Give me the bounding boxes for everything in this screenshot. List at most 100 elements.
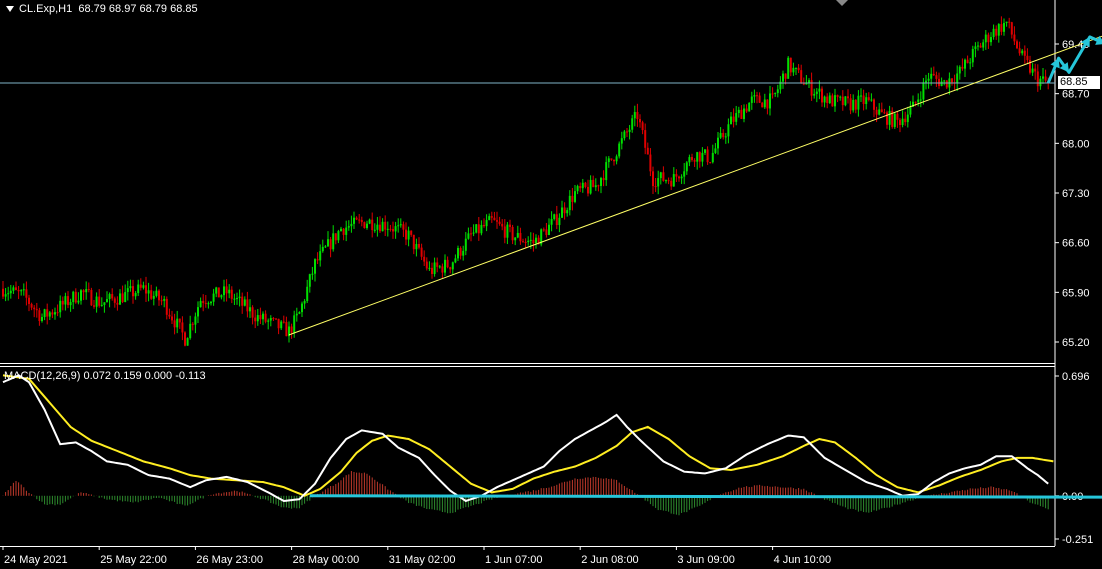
candle-body xyxy=(74,291,77,303)
candle-body xyxy=(386,228,389,230)
candle-body xyxy=(698,152,701,162)
candle-body xyxy=(363,222,366,228)
candle-body xyxy=(969,62,972,64)
candle-body xyxy=(38,310,41,322)
time-tick-label: 28 May 00:00 xyxy=(293,554,360,566)
candle-body xyxy=(56,312,59,314)
candles[interactable] xyxy=(2,16,1050,347)
candle-body xyxy=(600,178,602,186)
candle-body xyxy=(893,113,896,127)
candle-body xyxy=(46,309,49,317)
candle-body xyxy=(519,232,522,242)
candle-body xyxy=(59,300,62,313)
candle-body xyxy=(737,109,740,114)
candle-body xyxy=(657,178,660,187)
candle-body xyxy=(901,118,904,126)
candle-body xyxy=(678,176,680,179)
candle-body xyxy=(431,267,433,274)
macd-panel[interactable]: 0.6960.00-0.251 xyxy=(2,371,1102,546)
candle-body xyxy=(407,230,410,240)
candle-body xyxy=(935,75,938,79)
candle-body xyxy=(584,182,587,187)
candle-body xyxy=(54,312,56,315)
candle-body xyxy=(769,93,771,109)
candle-body xyxy=(251,307,254,318)
candle-body xyxy=(20,290,23,292)
candle-body xyxy=(932,73,935,76)
candle-body xyxy=(25,289,28,298)
candle-body xyxy=(433,262,436,274)
candle-body xyxy=(384,221,387,230)
candle-body xyxy=(314,259,316,274)
candle-body xyxy=(207,303,210,305)
time-tick-label: 4 Jun 10:00 xyxy=(774,554,832,566)
candle-body xyxy=(194,316,197,325)
candle-body xyxy=(797,67,800,71)
candle-body xyxy=(230,289,233,299)
candle-body xyxy=(181,322,184,333)
candle-body xyxy=(241,296,244,306)
candle-body xyxy=(761,102,764,108)
candle-body xyxy=(347,226,350,228)
candle-body xyxy=(558,217,561,226)
candle-body xyxy=(784,73,787,79)
candle-body xyxy=(964,59,966,69)
candle-body xyxy=(30,303,33,308)
candle-body xyxy=(516,232,519,238)
candle-body xyxy=(376,224,379,230)
candle-body xyxy=(220,295,223,298)
candle-body xyxy=(1031,68,1034,73)
candle-body xyxy=(776,89,779,93)
candle-body xyxy=(51,312,54,315)
candle-body xyxy=(828,95,831,104)
candle-body xyxy=(366,223,368,228)
candle-body xyxy=(652,171,654,187)
time-tick-label: 31 May 02:00 xyxy=(389,554,456,566)
candle-body xyxy=(1021,50,1024,54)
candle-body xyxy=(345,227,348,235)
candle-body xyxy=(602,178,605,181)
candle-body xyxy=(373,229,376,231)
candle-body xyxy=(259,315,262,320)
candle-body xyxy=(899,119,901,126)
candle-body xyxy=(337,231,340,241)
candle-body xyxy=(319,251,322,261)
candle-body xyxy=(766,99,769,109)
candle-body xyxy=(233,298,236,300)
candle-body xyxy=(974,46,977,49)
candle-body xyxy=(719,132,722,138)
time-tick-label: 24 May 2021 xyxy=(4,554,68,566)
candle-body xyxy=(402,224,405,230)
candle-body xyxy=(137,284,140,294)
candle-body xyxy=(197,307,199,317)
time-tick-label: 1 Jun 07:00 xyxy=(485,554,543,566)
candle-body xyxy=(753,95,756,97)
candle-body xyxy=(467,233,470,239)
candle-body xyxy=(792,67,795,73)
candle-body xyxy=(683,171,686,177)
candle-body xyxy=(163,298,166,301)
candle-body xyxy=(210,301,212,304)
candle-body xyxy=(405,229,407,240)
candle-body xyxy=(821,88,823,103)
candle-body xyxy=(217,287,220,298)
price-chart[interactable]: 69.4068.7068.0067.3066.6065.9065.20 24 M… xyxy=(0,0,1102,569)
candle-body xyxy=(80,290,82,301)
candle-body xyxy=(111,294,114,299)
candle-body xyxy=(15,287,17,290)
candle-body xyxy=(327,239,329,247)
overlays xyxy=(0,35,1102,336)
candle-body xyxy=(867,97,870,100)
candle-body xyxy=(171,316,173,321)
dropdown-triangle-icon[interactable] xyxy=(6,6,14,13)
candle-body xyxy=(1026,55,1029,61)
candle-body xyxy=(597,185,600,187)
candle-body xyxy=(951,78,953,83)
candle-body xyxy=(771,93,774,95)
candle-body xyxy=(823,96,826,103)
candle-body xyxy=(493,217,496,221)
current-price-tag: 68.85 xyxy=(1058,76,1100,90)
candle-body xyxy=(223,286,225,296)
candle-body xyxy=(639,119,641,123)
candle-body xyxy=(444,259,446,273)
